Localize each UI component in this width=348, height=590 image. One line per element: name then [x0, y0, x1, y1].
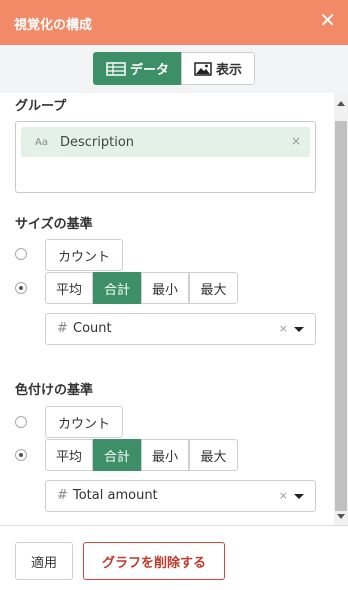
- size-field-select[interactable]: # Count ×: [45, 313, 316, 345]
- text-type-icon: Aa: [35, 136, 48, 148]
- color-aggregation-radio[interactable]: [15, 449, 27, 461]
- tab-view[interactable]: 表示: [181, 52, 255, 85]
- size-basis-label: サイズの基準: [15, 217, 93, 232]
- scroll-up-icon[interactable]: [337, 101, 345, 106]
- group-chip[interactable]: Aa Description ×: [21, 127, 310, 157]
- color-avg-button[interactable]: 平均: [45, 439, 93, 471]
- tab-data[interactable]: データ: [93, 52, 182, 85]
- tab-view-label: 表示: [215, 63, 242, 78]
- color-max-button[interactable]: 最大: [189, 439, 238, 471]
- group-dropzone[interactable]: Aa Description ×: [15, 121, 316, 193]
- group-chip-label: Description: [59, 134, 135, 150]
- image-icon: [194, 61, 212, 76]
- table-icon: [106, 61, 126, 76]
- chevron-down-icon[interactable]: [294, 327, 304, 332]
- delete-chart-button[interactable]: グラフを削除する: [83, 542, 225, 580]
- apply-button[interactable]: 適用: [15, 542, 73, 580]
- clear-icon[interactable]: ×: [279, 489, 288, 502]
- remove-chip-icon[interactable]: ×: [291, 134, 301, 148]
- dialog-footer: 適用 グラフを削除する: [0, 525, 348, 590]
- config-panel: グループ Aa Description × サイズの基準 カウント 平均 合計 …: [0, 93, 334, 525]
- size-field-value: Count: [73, 321, 112, 336]
- size-avg-button[interactable]: 平均: [45, 272, 93, 304]
- scrollbar-thumb[interactable]: [335, 121, 347, 511]
- color-count-button[interactable]: カウント: [45, 406, 123, 438]
- size-aggregation-radio[interactable]: [15, 282, 27, 294]
- dialog-title: 視覚化の構成: [14, 18, 93, 33]
- tab-bar: データ 表示: [0, 45, 348, 93]
- size-count-button[interactable]: カウント: [45, 239, 123, 271]
- title-bar: 視覚化の構成 ✕: [0, 0, 348, 45]
- chevron-down-icon[interactable]: [294, 494, 304, 499]
- close-icon[interactable]: ✕: [319, 10, 336, 30]
- color-min-button[interactable]: 最小: [141, 439, 189, 471]
- size-min-button[interactable]: 最小: [141, 272, 189, 304]
- color-sum-button[interactable]: 合計: [93, 439, 141, 471]
- clear-icon[interactable]: ×: [279, 322, 288, 335]
- size-sum-button[interactable]: 合計: [93, 272, 141, 304]
- color-count-radio[interactable]: [15, 416, 27, 428]
- scrollbar[interactable]: [334, 93, 348, 525]
- size-count-radio[interactable]: [15, 248, 27, 260]
- color-field-select[interactable]: # Total amount ×: [45, 480, 316, 512]
- scroll-down-icon[interactable]: [337, 514, 345, 519]
- number-type-icon: #: [57, 321, 68, 336]
- tab-data-label: データ: [129, 63, 169, 78]
- color-basis-label: 色付けの基準: [15, 383, 94, 398]
- size-max-button[interactable]: 最大: [189, 272, 238, 304]
- number-type-icon: #: [57, 488, 68, 503]
- color-field-value: Total amount: [73, 488, 158, 503]
- group-label: グループ: [15, 99, 67, 114]
